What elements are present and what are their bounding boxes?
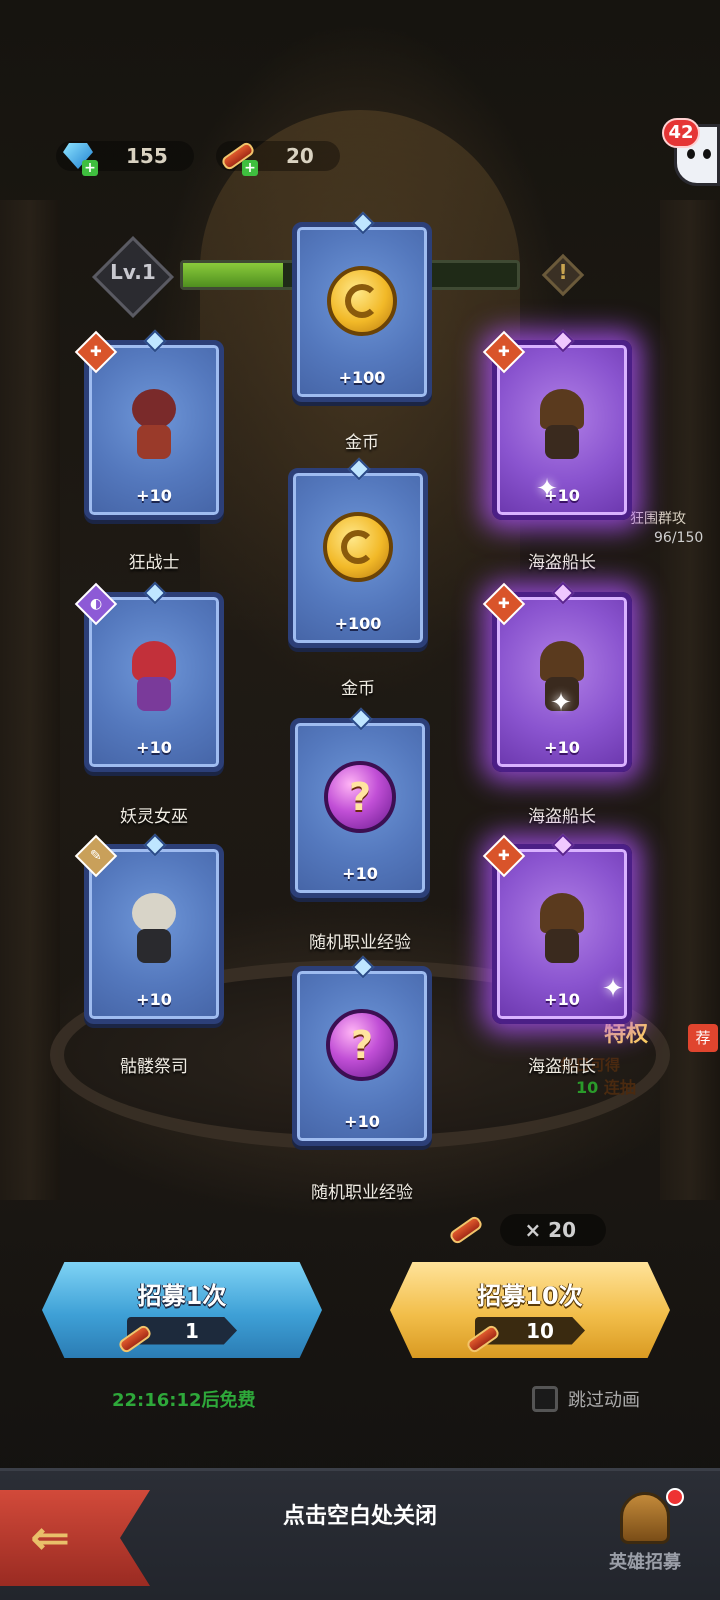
reward-card-exp-orb[interactable]: ? +10: [290, 707, 430, 898]
hero-recruit-tab[interactable]: 英雄招募: [590, 1492, 700, 1574]
scroll-icon: [446, 1214, 486, 1246]
notification-dot: [666, 1488, 684, 1506]
helmet-icon: [620, 1492, 670, 1544]
scroll-icon: [117, 1323, 153, 1355]
skip-checkbox[interactable]: [532, 1386, 558, 1412]
scroll-icon: [465, 1323, 501, 1355]
card-name: 随机职业经验: [309, 933, 411, 953]
gem-icon: +: [56, 134, 100, 178]
xp-fill: [183, 263, 284, 287]
card-name: 随机职业经验: [311, 1183, 413, 1203]
card-name: 骷髅祭司: [120, 1057, 188, 1077]
coin-icon: [313, 497, 403, 597]
draw-text: 连抽: [603, 1078, 636, 1097]
reward-card-coin[interactable]: +100: [292, 211, 432, 402]
class-badge-icon: ✚: [482, 834, 526, 878]
hero-recruit-label: 英雄招募: [609, 1552, 681, 1573]
reward-card-exp-orb[interactable]: ? +10: [292, 955, 432, 1146]
gem-counter[interactable]: + 155: [56, 138, 194, 176]
card-name: 狂战士: [128, 553, 180, 573]
sparkle-icon: ✦: [602, 974, 624, 1004]
draw-count: 10: [576, 1078, 599, 1097]
class-badge-icon: ◐: [74, 582, 118, 626]
notification-badge: 42: [662, 118, 700, 148]
level-label: Lv.1: [110, 260, 156, 284]
card-name: 海盗船长: [528, 553, 596, 573]
recruit-ten-label: 招募10次: [477, 1281, 583, 1310]
card-name: 妖灵女巫: [120, 807, 188, 827]
card-name: 海盗船长: [528, 807, 596, 827]
reward-card-pirate[interactable]: ✚ +10: [482, 329, 632, 520]
card-name: 海盗船长: [528, 1057, 596, 1077]
sparkle-icon: ✦: [536, 474, 558, 504]
question-orb-icon: ?: [317, 995, 407, 1095]
recommend-badge: 荐: [688, 1024, 718, 1052]
card-amount: +100: [334, 614, 382, 633]
class-badge-icon: ✎: [74, 834, 118, 878]
card-amount: +100: [338, 368, 386, 387]
card-name: 金币: [345, 433, 379, 453]
pirate-portrait-icon: [517, 873, 607, 973]
class-badge-icon: ✚: [74, 330, 118, 374]
pirate-portrait-icon: [517, 369, 607, 469]
card-amount: +10: [544, 486, 580, 505]
card-amount: +10: [136, 990, 172, 1009]
card-amount: +10: [544, 738, 580, 757]
siege-progress: 96/150: [654, 530, 704, 546]
skip-animation-label: 跳过动画: [568, 1390, 640, 1411]
card-name: 金币: [341, 679, 375, 699]
berserker-portrait-icon: [109, 369, 199, 469]
question-orb-icon: ?: [315, 747, 405, 847]
siege-label[interactable]: 狂围群攻: [630, 508, 720, 528]
free-timer: 22:16:12后免费: [112, 1390, 256, 1411]
ticket-count: × 20: [500, 1214, 606, 1246]
reward-card-coin[interactable]: +100: [288, 457, 428, 648]
skip-animation-toggle[interactable]: 跳过动画: [532, 1386, 640, 1412]
reward-card-witch[interactable]: ◐ +10: [74, 581, 224, 772]
skeleton-portrait-icon: [109, 873, 199, 973]
witch-portrait-icon: [109, 621, 199, 721]
scroll-counter[interactable]: + 20: [216, 138, 340, 176]
coin-icon: [317, 251, 407, 351]
sparkle-icon: ✦: [550, 688, 572, 718]
card-amount: +10: [136, 738, 172, 757]
reward-card-berserker[interactable]: ✚ +10: [74, 329, 224, 520]
scroll-icon: +: [216, 134, 260, 178]
card-amount: +10: [136, 486, 172, 505]
reward-card-pirate[interactable]: ✚ +10: [482, 581, 632, 772]
card-amount: +10: [344, 1112, 380, 1131]
recruit-once-label: 招募1次: [137, 1281, 227, 1310]
recruit-once-button[interactable]: 招募1次 1: [42, 1262, 322, 1358]
card-amount: +10: [342, 864, 378, 883]
reward-card-skeleton[interactable]: ✎ +10: [74, 833, 224, 1024]
recruit-ten-button[interactable]: 招募10次 10: [390, 1262, 670, 1358]
